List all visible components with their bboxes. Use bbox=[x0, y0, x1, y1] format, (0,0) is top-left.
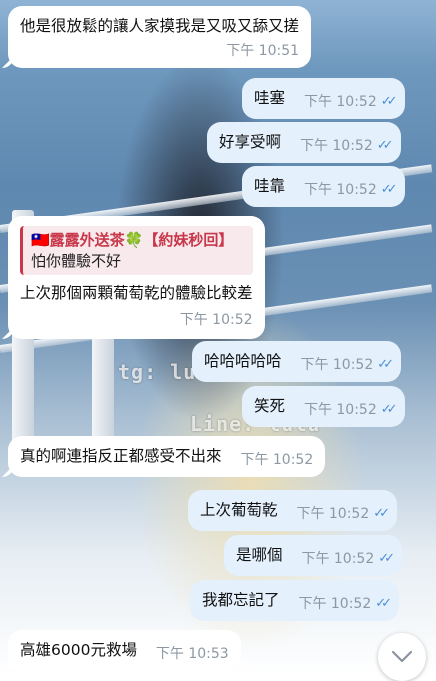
message-text: 哇靠 bbox=[254, 177, 286, 195]
message-text: 他是很放鬆的讓人家摸我是又吸又舔又搓 bbox=[20, 17, 300, 35]
quoted-message[interactable]: 🇹🇼露露外送茶🍀【約妹秒回】 怕你體驗不好 bbox=[20, 226, 253, 275]
message-time: 下午 10:52 bbox=[303, 94, 377, 110]
double-check-icon: ✓✓ bbox=[380, 181, 398, 197]
message-time: 下午 10:52 bbox=[298, 596, 372, 612]
message-time: 下午 10:52 bbox=[299, 138, 373, 154]
message-bubble-outgoing[interactable]: 好享受啊 下午 10:52 ✓✓ bbox=[207, 122, 401, 163]
message-time: 下午 10:52 bbox=[240, 452, 314, 468]
message-time: 下午 10:51 bbox=[226, 43, 300, 59]
message-bubble-incoming[interactable]: 他是很放鬆的讓人家摸我是又吸又舔又搓 下午 10:51 bbox=[8, 6, 312, 68]
quoted-text: 怕你體驗不好 bbox=[31, 252, 122, 270]
double-check-icon: ✓✓ bbox=[376, 137, 394, 153]
message-bubble-outgoing[interactable]: 我都忘記了 下午 10:52 ✓✓ bbox=[190, 580, 400, 621]
scroll-to-bottom-button[interactable] bbox=[378, 633, 426, 681]
message-text: 上次那個兩顆葡萄乾的體驗比較差 bbox=[20, 284, 253, 302]
double-check-icon: ✓✓ bbox=[380, 93, 398, 109]
message-bubble-outgoing[interactable]: 哇塞 下午 10:52 ✓✓ bbox=[242, 78, 405, 119]
message-text: 真的啊連指反正都感受不出來 bbox=[20, 447, 222, 465]
message-time: 下午 10:52 bbox=[303, 402, 377, 418]
double-check-icon: ✓✓ bbox=[380, 401, 398, 417]
message-bubble-outgoing[interactable]: 上次葡萄乾 下午 10:52 ✓✓ bbox=[188, 490, 398, 531]
message-time: 下午 10:52 bbox=[301, 551, 375, 567]
message-text: 我都忘記了 bbox=[202, 591, 280, 609]
quoted-sender-name: 🇹🇼露露外送茶🍀【約妹秒回】 bbox=[31, 231, 234, 249]
message-text: 上次葡萄乾 bbox=[200, 501, 278, 519]
double-check-icon: ✓✓ bbox=[375, 595, 392, 611]
double-check-icon: ✓✓ bbox=[378, 550, 395, 566]
message-text: 哈哈哈哈哈 bbox=[204, 352, 282, 370]
message-bubble-outgoing[interactable]: 哈哈哈哈哈 下午 10:52 ✓✓ bbox=[192, 341, 402, 382]
message-text: 好享受啊 bbox=[219, 133, 282, 151]
message-text: 笑死 bbox=[254, 397, 286, 415]
message-bubble-incoming-reply[interactable]: 🇹🇼露露外送茶🍀【約妹秒回】 怕你體驗不好 上次那個兩顆葡萄乾的體驗比較差 下午… bbox=[8, 216, 265, 339]
message-bubble-outgoing[interactable]: 哇靠 下午 10:52 ✓✓ bbox=[242, 166, 405, 207]
message-bubble-incoming[interactable]: 高雄6000元救場 下午 10:53 bbox=[8, 630, 241, 671]
message-bubble-incoming[interactable]: 真的啊連指反正都感受不出來 下午 10:52 bbox=[8, 436, 326, 477]
double-check-icon: ✓✓ bbox=[377, 356, 394, 372]
chevron-down-icon bbox=[391, 650, 413, 663]
double-check-icon: ✓✓ bbox=[373, 505, 390, 521]
message-text: 哇塞 bbox=[254, 89, 286, 107]
message-time: 下午 10:53 bbox=[155, 646, 229, 662]
message-time: 下午 10:52 bbox=[296, 506, 370, 522]
message-text: 是哪個 bbox=[236, 546, 283, 564]
message-bubble-outgoing[interactable]: 是哪個 下午 10:52 ✓✓ bbox=[224, 535, 403, 576]
message-time: 下午 10:52 bbox=[179, 312, 253, 328]
message-bubble-outgoing[interactable]: 笑死 下午 10:52 ✓✓ bbox=[242, 386, 405, 427]
message-time: 下午 10:52 bbox=[303, 182, 377, 198]
message-time: 下午 10:52 bbox=[300, 357, 374, 373]
message-text: 高雄6000元救場 bbox=[20, 641, 137, 659]
